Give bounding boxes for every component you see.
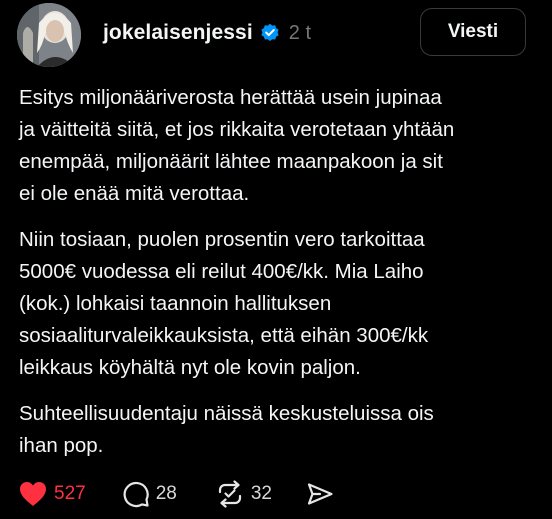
like-button[interactable]: 527 <box>18 476 86 512</box>
avatar-photo <box>17 3 81 67</box>
share-button[interactable] <box>306 476 334 512</box>
heart-icon <box>20 482 46 506</box>
post-paragraph-2: Niin tosiaan, puolen prosentin vero tark… <box>19 228 429 379</box>
repost-icon <box>218 480 241 508</box>
message-button[interactable]: Viesti <box>420 8 526 56</box>
post-paragraph-3: Suhteellisuudentaju näissä keskusteluiss… <box>19 402 434 457</box>
repost-button[interactable]: 32 <box>215 476 272 512</box>
post-timestamp: 2 t <box>288 21 312 44</box>
comment-icon <box>123 481 149 508</box>
reply-count: 28 <box>155 483 177 504</box>
username[interactable]: jokelaisenjessi <box>103 21 253 45</box>
like-count: 527 <box>54 483 86 504</box>
repost-count: 32 <box>250 483 272 504</box>
avatar[interactable] <box>17 3 81 67</box>
send-icon <box>307 483 333 505</box>
post-header: jokelaisenjessi 2 t Viesti <box>0 0 552 67</box>
post-actions: 527 28 32 <box>18 476 334 512</box>
author-row: jokelaisenjessi 2 t <box>103 19 311 47</box>
verified-badge-icon <box>260 23 280 43</box>
post-text: Esitys miljonääriverosta herättää usein … <box>19 82 544 476</box>
post-paragraph-1: Esitys miljonääriverosta herättää usein … <box>19 86 455 205</box>
reply-button[interactable]: 28 <box>122 476 177 512</box>
